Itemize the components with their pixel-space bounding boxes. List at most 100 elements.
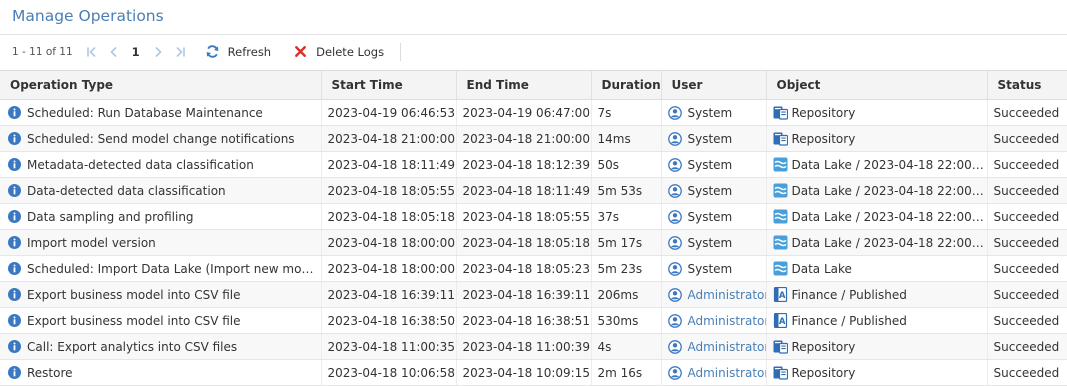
operation-type-text: Import model version [27, 235, 156, 250]
page-title: Manage Operations [12, 7, 164, 25]
operation-type-text: Data-detected data classification [27, 183, 226, 198]
first-page-button[interactable] [81, 42, 103, 62]
object-cell[interactable]: Data Lake / 2023-04-18 22:00:00 [765, 203, 987, 230]
info-icon[interactable] [8, 262, 21, 275]
operation-type-cell[interactable]: Metadata-detected data classification [0, 151, 321, 178]
object-cell[interactable]: Data Lake / 2023-04-18 22:00:00 [765, 177, 987, 204]
user-icon [667, 157, 682, 172]
refresh-button[interactable]: Refresh [205, 44, 271, 59]
object-cell[interactable]: Repository [765, 333, 987, 360]
table-row-8[interactable]: Export business model into CSV file 2023… [0, 281, 1067, 308]
column-header-duration[interactable]: Duration [590, 70, 661, 100]
start-time-cell: 2023-04-18 18:05:18 [320, 203, 456, 230]
user-name: System [687, 131, 733, 146]
object-cell[interactable]: Repository [765, 125, 987, 152]
user-link[interactable]: Administrator [688, 314, 767, 328]
user-name: System [687, 261, 733, 276]
column-header-start-time[interactable]: Start Time [320, 70, 456, 100]
info-icon[interactable] [8, 184, 21, 197]
user-name: System [687, 105, 733, 120]
operation-type-text: Export business model into CSV file [27, 313, 241, 328]
current-page-number[interactable]: 1 [129, 45, 143, 59]
table-row-4[interactable]: Data-detected data classification 2023-0… [0, 177, 1067, 204]
table-row-5[interactable]: Data sampling and profiling 2023-04-18 1… [0, 203, 1067, 230]
object-text: Repository [791, 339, 856, 354]
object-cell[interactable]: Repository [765, 99, 987, 126]
data-lake-icon [773, 183, 788, 198]
svg-text:A: A [778, 317, 785, 327]
table-row-3[interactable]: Metadata-detected data classification 20… [0, 151, 1067, 178]
user-name: System [687, 157, 733, 172]
status-cell: Succeeded [986, 359, 1067, 386]
table-row-1[interactable]: Scheduled: Run Database Maintenance 2023… [0, 99, 1067, 126]
object-cell[interactable]: A Finance / Published [765, 307, 987, 334]
table-row-2[interactable]: Scheduled: Send model change notificatio… [0, 125, 1067, 152]
user-icon [667, 209, 682, 224]
info-icon[interactable] [8, 158, 21, 171]
user-link[interactable]: Administrator [688, 288, 767, 302]
operation-type-cell[interactable]: Scheduled: Run Database Maintenance [0, 99, 321, 126]
object-cell[interactable]: A Finance / Published [765, 281, 987, 308]
object-cell[interactable]: Repository [765, 359, 987, 386]
operation-type-cell[interactable]: Call: Export analytics into CSV files [0, 333, 321, 360]
delete-logs-button[interactable]: Delete Logs [293, 44, 384, 59]
column-header-status[interactable]: Status [986, 70, 1067, 100]
column-header-operation-type[interactable]: Operation Type [0, 70, 321, 100]
table-row-9[interactable]: Export business model into CSV file 2023… [0, 307, 1067, 334]
duration-cell: 7s [590, 99, 661, 126]
operation-type-cell[interactable]: Import model version [0, 229, 321, 256]
start-time-cell: 2023-04-18 16:38:50 [320, 307, 456, 334]
repository-icon [773, 339, 788, 354]
data-lake-icon [773, 235, 788, 250]
last-page-icon [176, 46, 185, 57]
object-cell[interactable]: Data Lake / 2023-04-18 22:00:00 [765, 151, 987, 178]
object-text: Repository [791, 365, 856, 380]
info-icon[interactable] [8, 106, 21, 119]
duration-cell: 37s [590, 203, 661, 230]
operation-type-cell[interactable]: Export business model into CSV file [0, 307, 321, 334]
table-row-10[interactable]: Call: Export analytics into CSV files 20… [0, 333, 1067, 360]
operation-type-cell[interactable]: Data-detected data classification [0, 177, 321, 204]
operation-type-cell[interactable]: Restore [0, 359, 321, 386]
end-time-cell: 2023-04-18 18:05:23 [455, 255, 591, 282]
user-cell: Administrator [660, 281, 767, 308]
object-cell[interactable]: Data Lake / 2023-04-18 22:00:00 [765, 229, 987, 256]
user-cell: System [660, 255, 766, 282]
column-header-end-time[interactable]: End Time [455, 70, 591, 100]
duration-cell: 2m 16s [590, 359, 661, 386]
operation-type-cell[interactable]: Data sampling and profiling [0, 203, 321, 230]
end-time-cell: 2023-04-18 16:39:11 [455, 281, 591, 308]
duration-cell: 530ms [590, 307, 661, 334]
duration-cell: 14ms [590, 125, 661, 152]
table-row-11[interactable]: Restore 2023-04-18 10:06:58 2023-04-18 1… [0, 359, 1067, 386]
end-time-cell: 2023-04-18 21:00:00 [455, 125, 591, 152]
operation-type-cell[interactable]: Scheduled: Send model change notificatio… [0, 125, 321, 152]
info-icon[interactable] [8, 314, 21, 327]
info-icon[interactable] [8, 132, 21, 145]
info-icon[interactable] [8, 366, 21, 379]
status-cell: Succeeded [986, 255, 1067, 282]
operation-type-cell[interactable]: Export business model into CSV file [0, 281, 321, 308]
info-icon[interactable] [8, 210, 21, 223]
column-header-user[interactable]: User [660, 70, 766, 100]
info-icon[interactable] [8, 236, 21, 249]
column-header-object[interactable]: Object [765, 70, 987, 100]
table-row-6[interactable]: Import model version 2023-04-18 18:00:00… [0, 229, 1067, 256]
object-cell[interactable]: Data Lake [765, 255, 987, 282]
user-link[interactable]: Administrator [688, 366, 767, 380]
chevron-left-icon [110, 46, 117, 57]
next-page-button[interactable] [147, 42, 169, 62]
user-cell: System [660, 99, 766, 126]
user-cell: System [660, 125, 766, 152]
operation-type-text: Export business model into CSV file [27, 287, 241, 302]
previous-page-button[interactable] [103, 42, 125, 62]
info-icon[interactable] [8, 340, 21, 353]
user-icon [667, 339, 682, 354]
user-icon [667, 313, 682, 328]
last-page-button[interactable] [169, 42, 191, 62]
status-cell: Succeeded [986, 229, 1067, 256]
operation-type-cell[interactable]: Scheduled: Import Data Lake (Import new … [0, 255, 321, 282]
info-icon[interactable] [8, 288, 21, 301]
user-link[interactable]: Administrator [688, 340, 767, 354]
table-row-7[interactable]: Scheduled: Import Data Lake (Import new … [0, 255, 1067, 282]
